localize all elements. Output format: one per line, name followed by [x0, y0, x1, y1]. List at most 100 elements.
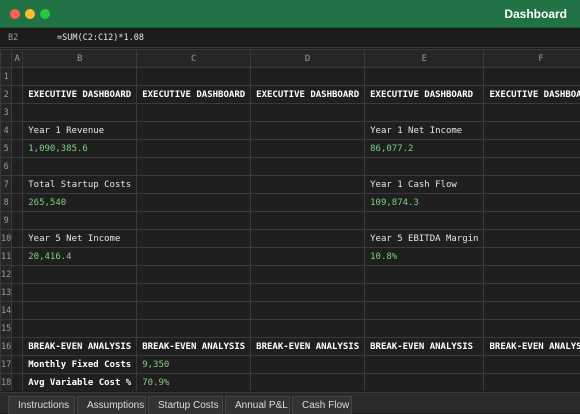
cell-b8[interactable]: 265,540 [23, 194, 137, 212]
cell-f7[interactable] [484, 176, 580, 194]
cell-a2[interactable] [12, 86, 23, 104]
cell-c5[interactable] [137, 140, 251, 158]
cell-f6[interactable] [484, 158, 580, 176]
cell-d8[interactable] [251, 194, 365, 212]
cell-f4[interactable] [484, 122, 580, 140]
cell-c6[interactable] [137, 158, 251, 176]
cell-c9[interactable] [137, 212, 251, 230]
column-header-c[interactable]: C [137, 50, 251, 68]
cell-d2[interactable]: EXECUTIVE DASHBOARD [251, 86, 365, 104]
cell-a1[interactable] [12, 68, 23, 86]
sheet-tab[interactable]: Instructions [8, 396, 75, 414]
row-header[interactable]: 14 [1, 302, 12, 320]
cell-f15[interactable] [484, 320, 580, 338]
cell-b2[interactable]: EXECUTIVE DASHBOARD [23, 86, 137, 104]
cell-e15[interactable] [365, 320, 484, 338]
column-header-e[interactable]: E [365, 50, 484, 68]
cell-e18[interactable] [365, 374, 484, 392]
minimize-window-button[interactable] [25, 9, 35, 19]
row-header[interactable]: 12 [1, 266, 12, 284]
row-header[interactable]: 2 [1, 86, 12, 104]
cell-f18[interactable] [484, 374, 580, 392]
cell-d6[interactable] [251, 158, 365, 176]
cell-a18[interactable] [12, 374, 23, 392]
zoom-window-button[interactable] [40, 9, 50, 19]
cell-c4[interactable] [137, 122, 251, 140]
cell-f11[interactable] [484, 248, 580, 266]
row-header[interactable]: 18 [1, 374, 12, 392]
cell-b13[interactable] [23, 284, 137, 302]
cell-b10[interactable]: Year 5 Net Income [23, 230, 137, 248]
cell-c12[interactable] [137, 266, 251, 284]
row-header[interactable]: 11 [1, 248, 12, 266]
cell-a11[interactable] [12, 248, 23, 266]
cell-a15[interactable] [12, 320, 23, 338]
cell-e6[interactable] [365, 158, 484, 176]
cell-b7[interactable]: Total Startup Costs [23, 176, 137, 194]
column-header-f[interactable]: F [484, 50, 580, 68]
cell-c14[interactable] [137, 302, 251, 320]
cell-d17[interactable] [251, 356, 365, 374]
cell-c13[interactable] [137, 284, 251, 302]
cell-d9[interactable] [251, 212, 365, 230]
cell-c2[interactable]: EXECUTIVE DASHBOARD [137, 86, 251, 104]
row-header[interactable]: 13 [1, 284, 12, 302]
row-header[interactable]: 6 [1, 158, 12, 176]
cell-e11[interactable]: 10.8% [365, 248, 484, 266]
cell-b9[interactable] [23, 212, 137, 230]
cell-e3[interactable] [365, 104, 484, 122]
cell-d10[interactable] [251, 230, 365, 248]
name-box[interactable]: B2 [8, 33, 18, 43]
formula-input[interactable]: =SUM(C2:C12)*1.08 [57, 33, 144, 43]
cell-a7[interactable] [12, 176, 23, 194]
cell-d1[interactable] [251, 68, 365, 86]
cell-d12[interactable] [251, 266, 365, 284]
column-header-a[interactable]: A [12, 50, 23, 68]
cell-c10[interactable] [137, 230, 251, 248]
cell-f13[interactable] [484, 284, 580, 302]
cell-a13[interactable] [12, 284, 23, 302]
cell-b1[interactable] [23, 68, 137, 86]
cell-c8[interactable] [137, 194, 251, 212]
cell-e5[interactable]: 86,077.2 [365, 140, 484, 158]
cell-b12[interactable] [23, 266, 137, 284]
cell-e14[interactable] [365, 302, 484, 320]
cell-f9[interactable] [484, 212, 580, 230]
cell-f12[interactable] [484, 266, 580, 284]
close-window-button[interactable] [10, 9, 20, 19]
cell-e16[interactable]: BREAK-EVEN ANALYSIS [365, 338, 484, 356]
cell-b11[interactable]: 20,416.4 [23, 248, 137, 266]
cell-b4[interactable]: Year 1 Revenue [23, 122, 137, 140]
cell-e13[interactable] [365, 284, 484, 302]
cell-d18[interactable] [251, 374, 365, 392]
cell-c7[interactable] [137, 176, 251, 194]
cell-e7[interactable]: Year 1 Cash Flow [365, 176, 484, 194]
column-header-d[interactable]: D [251, 50, 365, 68]
cell-b18[interactable]: Avg Variable Cost % [23, 374, 137, 392]
cell-b5[interactable]: 1,090,385.6 [23, 140, 137, 158]
cell-d14[interactable] [251, 302, 365, 320]
cell-e9[interactable] [365, 212, 484, 230]
cell-f2[interactable]: EXECUTIVE DASHBOARD [484, 86, 580, 104]
cell-f16[interactable]: BREAK-EVEN ANALYSIS [484, 338, 580, 356]
cell-f3[interactable] [484, 104, 580, 122]
cell-f1[interactable] [484, 68, 580, 86]
cell-a8[interactable] [12, 194, 23, 212]
row-header[interactable]: 10 [1, 230, 12, 248]
cell-a12[interactable] [12, 266, 23, 284]
cell-a10[interactable] [12, 230, 23, 248]
cell-a6[interactable] [12, 158, 23, 176]
cell-f17[interactable] [484, 356, 580, 374]
cell-d13[interactable] [251, 284, 365, 302]
cell-e17[interactable] [365, 356, 484, 374]
cell-a16[interactable] [12, 338, 23, 356]
row-header[interactable]: 16 [1, 338, 12, 356]
row-header[interactable]: 5 [1, 140, 12, 158]
row-header[interactable]: 4 [1, 122, 12, 140]
cell-d15[interactable] [251, 320, 365, 338]
row-header[interactable]: 1 [1, 68, 12, 86]
cell-e1[interactable] [365, 68, 484, 86]
cell-f5[interactable] [484, 140, 580, 158]
cell-b14[interactable] [23, 302, 137, 320]
row-header[interactable]: 3 [1, 104, 12, 122]
